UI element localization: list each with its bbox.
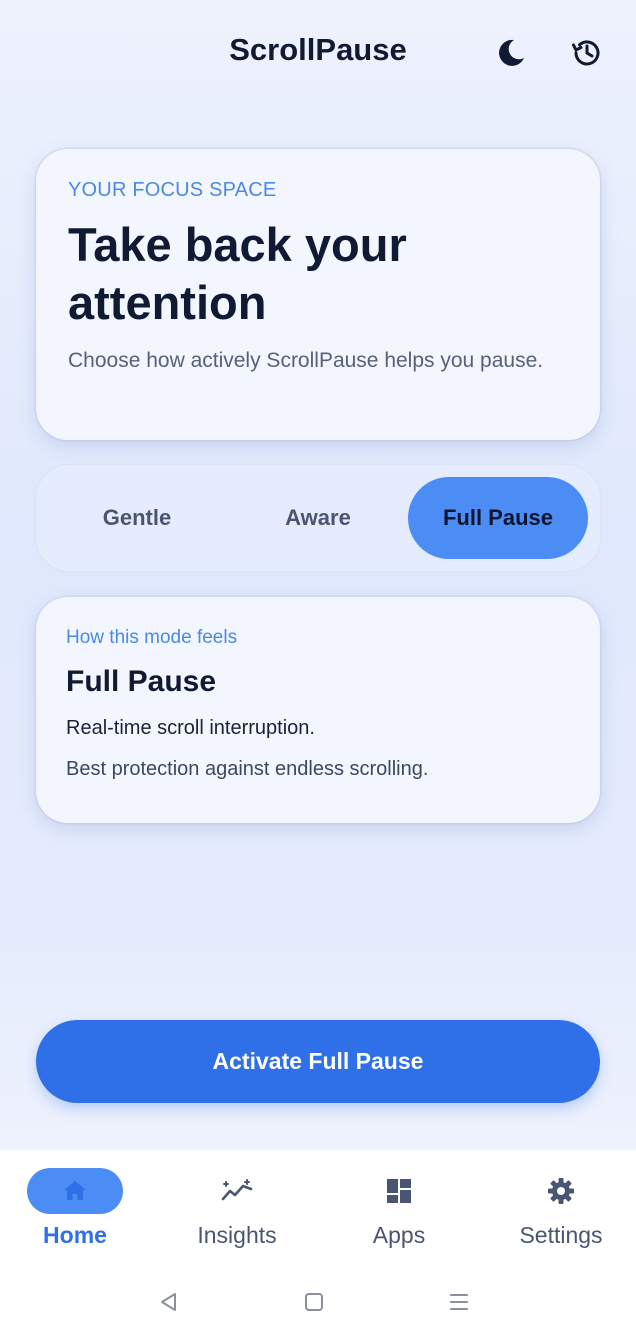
nav-label-home: Home — [43, 1222, 107, 1248]
apps-pill — [351, 1168, 447, 1214]
activate-button[interactable]: Activate Full Pause — [36, 1020, 600, 1103]
nav-label-insights: Insights — [197, 1222, 277, 1248]
insights-pill — [189, 1168, 285, 1214]
moon-icon[interactable] — [494, 36, 528, 70]
mode-option-aware[interactable]: Aware — [228, 477, 408, 559]
hero-subtitle: Choose how actively ScrollPause helps yo… — [68, 349, 544, 372]
mode-card-eyebrow: How this mode feels — [66, 627, 238, 648]
mode-option-full-pause[interactable]: Full Pause — [408, 477, 588, 559]
system-back-icon[interactable] — [157, 1290, 181, 1314]
nav-item-insights[interactable]: Insights — [167, 1168, 307, 1268]
hero-headline-line1: Take back your — [68, 218, 407, 271]
settings-pill — [513, 1168, 609, 1214]
system-home-icon[interactable] — [302, 1290, 326, 1314]
mode-card-line2: Best protection against endless scrollin… — [66, 758, 429, 780]
home-pill — [27, 1168, 123, 1214]
bottom-navigation: Home Insights Apps Settings — [0, 1150, 636, 1335]
mode-card-title: Full Pause — [66, 665, 217, 698]
nav-item-home[interactable]: Home — [5, 1168, 145, 1268]
nav-label-settings: Settings — [519, 1222, 603, 1248]
app-title: ScrollPause — [229, 32, 407, 67]
history-icon[interactable] — [570, 36, 604, 70]
home-icon — [64, 1181, 86, 1200]
hero-headline: Take back your attention — [68, 216, 568, 332]
mode-option-gentle[interactable]: Gentle — [47, 477, 227, 559]
system-menu-icon[interactable] — [447, 1290, 471, 1314]
mode-selector: Gentle Aware Full Pause — [36, 465, 600, 571]
nav-label-apps: Apps — [372, 1222, 426, 1248]
nav-item-apps[interactable]: Apps — [329, 1168, 469, 1268]
mode-card-line1: Real-time scroll interruption. — [66, 717, 315, 739]
focus-hero-card: YOUR FOCUS SPACE Take back your attentio… — [36, 149, 600, 440]
insights-icon — [221, 1179, 253, 1201]
hero-headline-line2: attention — [68, 276, 267, 329]
gear-icon — [548, 1178, 574, 1204]
mode-description-card: How this mode feels Full Pause Real-time… — [36, 597, 600, 823]
apps-icon — [387, 1179, 411, 1203]
app-header: ScrollPause — [0, 0, 636, 108]
hero-eyebrow: YOUR FOCUS SPACE — [68, 179, 277, 201]
nav-item-settings[interactable]: Settings — [491, 1168, 631, 1268]
